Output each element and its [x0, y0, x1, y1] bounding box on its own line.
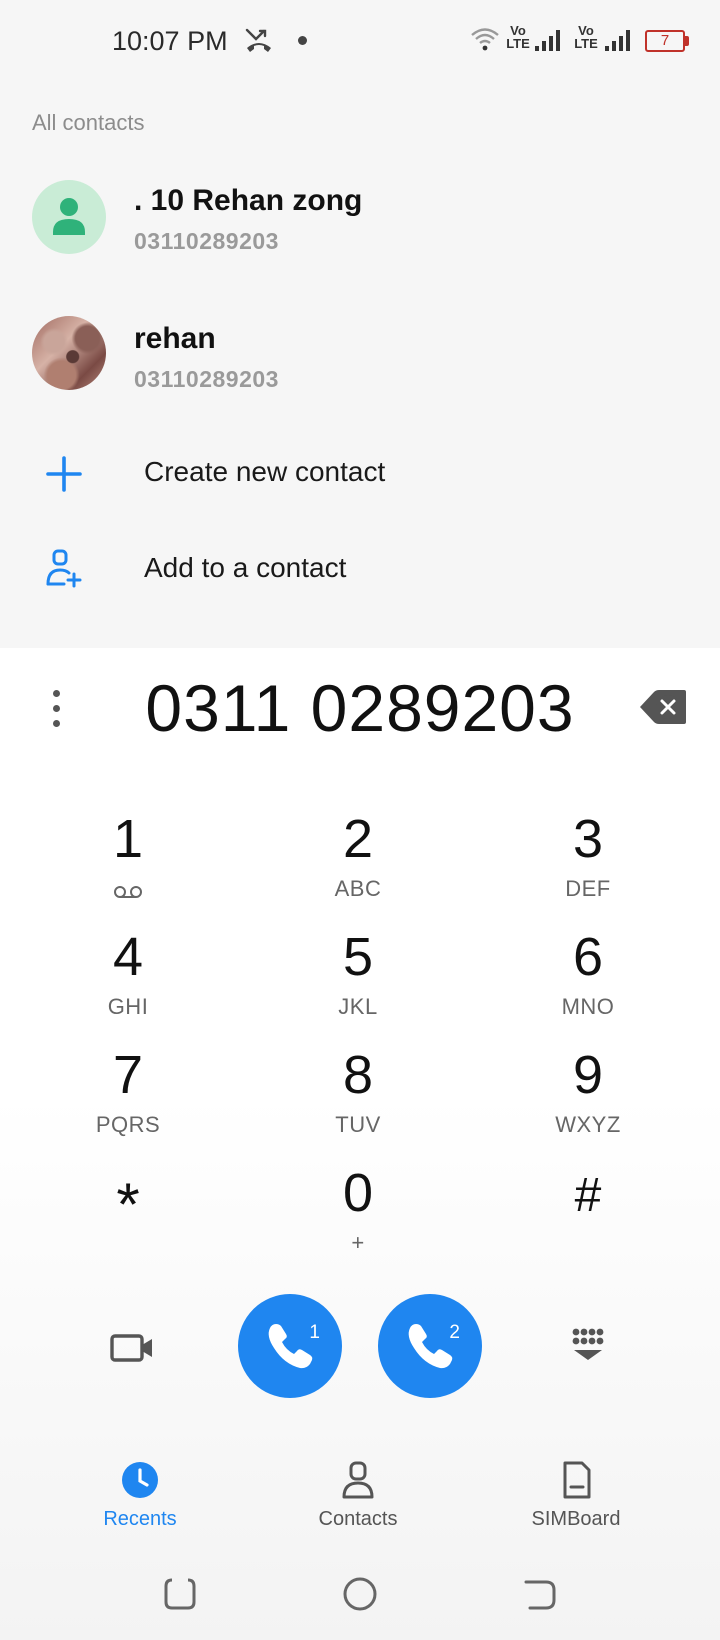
key-digit: 3 [572, 809, 604, 869]
key-4[interactable]: 4 GHI [38, 926, 218, 1036]
contact-name: rehan [134, 322, 216, 355]
section-title: All contacts [32, 110, 145, 135]
voicemail-icon [114, 886, 142, 898]
key-6[interactable]: 6 MNO [498, 926, 678, 1036]
key-9[interactable]: 9 WXYZ [498, 1044, 678, 1154]
tab-label: Contacts [318, 1508, 398, 1530]
contact-name: . 10 Rehan zong [134, 184, 363, 217]
key-letters: TUV [335, 1112, 381, 1137]
key-letters: + [351, 1230, 365, 1255]
phone-icon [408, 1324, 453, 1369]
dialpad-toggle-icon[interactable] [564, 1326, 612, 1366]
battery-icon: 7 [645, 30, 685, 52]
tab-label: SIMBoard [531, 1508, 621, 1530]
back-icon[interactable] [520, 1574, 560, 1614]
key-letters: JKL [338, 994, 378, 1019]
battery-level: 7 [660, 32, 670, 49]
key-digit: 8 [342, 1045, 374, 1105]
dialer-screen: 10:07 PM Vo LTE Vo LTE 7 All contacts . … [0, 0, 720, 1640]
add-to-contact-button[interactable]: Add to a contact [0, 530, 720, 610]
recent-apps-icon[interactable] [160, 1574, 200, 1614]
status-time: 10:07 PM [112, 26, 228, 56]
key-letters: ABC [334, 876, 382, 901]
volte-bottom-text: LTE [506, 36, 530, 51]
key-letters: MNO [561, 994, 615, 1019]
add-contact-icon [46, 549, 82, 588]
notification-dot [298, 36, 307, 45]
missed-call-icon [245, 28, 271, 52]
sim-number: 1 [309, 1322, 320, 1343]
key-1[interactable]: 1 [38, 808, 218, 918]
add-to-contact-label: Add to a contact [144, 552, 347, 583]
tab-recents[interactable]: Recents [50, 1460, 230, 1540]
create-new-contact-label: Create new contact [144, 456, 386, 487]
sim2-signal-icon [605, 30, 630, 51]
contact-number: 03110289203 [134, 228, 279, 254]
contact-item[interactable]: rehan 03110289203 [0, 310, 720, 420]
tab-label: Recents [103, 1508, 177, 1530]
dialed-number-display[interactable]: 0311 0289203 [0, 670, 720, 746]
key-0[interactable]: 0 + [268, 1162, 448, 1272]
avatar-photo [32, 316, 106, 390]
volte-bottom-text: LTE [574, 36, 598, 51]
key-digit: 6 [572, 927, 604, 987]
call-sim1-button[interactable]: 1 [238, 1294, 342, 1398]
key-digit: 0 [342, 1163, 374, 1223]
key-7[interactable]: 7 PQRS [38, 1044, 218, 1154]
person-icon [53, 198, 85, 235]
contact-item[interactable]: . 10 Rehan zong 03110289203 [0, 170, 720, 280]
wifi-icon [471, 28, 499, 51]
battery-cap [685, 36, 689, 46]
sim1-signal-icon [535, 30, 560, 51]
key-5[interactable]: 5 JKL [268, 926, 448, 1036]
key-digit: 4 [112, 927, 144, 987]
tab-contacts[interactable]: Contacts [268, 1460, 448, 1540]
tab-simboard[interactable]: SIMBoard [486, 1460, 666, 1540]
key-digit: 9 [572, 1045, 604, 1105]
video-call-icon[interactable] [108, 1328, 156, 1368]
contacts-icon [342, 1461, 374, 1499]
key-3[interactable]: 3 DEF [498, 808, 678, 918]
key-8[interactable]: 8 TUV [268, 1044, 448, 1154]
key-digit: 2 [342, 809, 374, 869]
plus-icon [46, 456, 82, 492]
key-digit: # [574, 1169, 602, 1222]
sim-number: 2 [449, 1322, 460, 1343]
key-letters: PQRS [95, 1112, 161, 1137]
call-sim2-button[interactable]: 2 [378, 1294, 482, 1398]
status-bar: 10:07 PM Vo LTE Vo LTE 7 [0, 0, 720, 80]
key-letters: WXYZ [555, 1112, 621, 1137]
key-digit: 5 [342, 927, 374, 987]
sim1-volte-badge: Vo LTE [504, 24, 532, 50]
key-hash[interactable]: # [498, 1162, 678, 1272]
key-digit: * [116, 1171, 140, 1238]
home-icon[interactable] [340, 1574, 380, 1614]
backspace-icon[interactable] [638, 688, 688, 726]
phone-icon [268, 1324, 313, 1369]
avatar [32, 180, 106, 254]
key-star[interactable]: * [38, 1162, 218, 1272]
key-letters: GHI [107, 994, 149, 1019]
key-digit: 7 [112, 1045, 144, 1105]
clock-icon [122, 1462, 158, 1498]
key-2[interactable]: 2 ABC [268, 808, 448, 918]
sim2-volte-badge: Vo LTE [572, 24, 600, 50]
key-digit: 1 [112, 809, 144, 869]
key-letters: DEF [565, 876, 611, 901]
contact-number: 03110289203 [134, 366, 279, 392]
create-new-contact-button[interactable]: Create new contact [0, 434, 720, 514]
sim-card-icon [563, 1461, 591, 1499]
